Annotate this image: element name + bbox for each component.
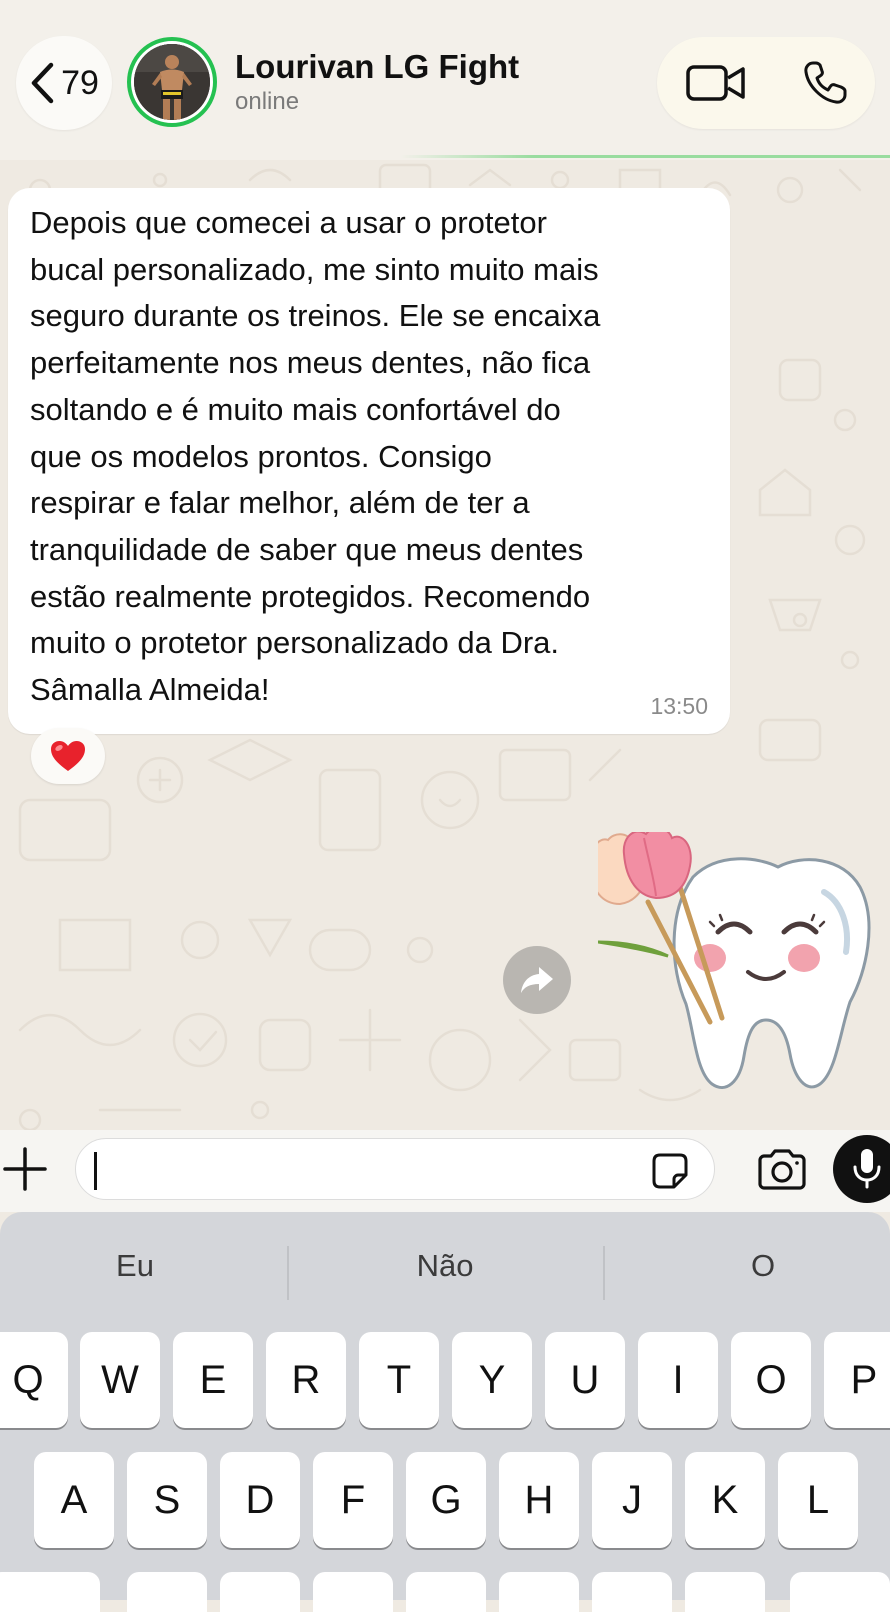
key-stub[interactable] [313, 1572, 393, 1612]
key-i[interactable]: I [638, 1332, 718, 1428]
suggestion-1[interactable]: Eu [0, 1226, 270, 1306]
message-text: Depois que comecei a usar o protetor buc… [30, 205, 601, 708]
microphone-icon [853, 1149, 881, 1189]
message-bubble[interactable]: Depois que comecei a usar o protetor buc… [8, 188, 730, 734]
key-g[interactable]: G [406, 1452, 486, 1548]
forward-icon [521, 967, 553, 993]
back-button[interactable]: 79 [16, 36, 112, 130]
key-l[interactable]: L [778, 1452, 858, 1548]
key-w[interactable]: W [80, 1332, 160, 1428]
key-a[interactable]: A [34, 1452, 114, 1548]
plus-icon[interactable] [2, 1146, 48, 1192]
composer-bar [0, 1130, 890, 1212]
message-time: 13:50 [650, 693, 708, 719]
suggestion-bar: Eu Não O [0, 1226, 890, 1306]
keyboard: Eu Não O Q W E R T Y U I O P A S D F G H… [0, 1212, 890, 1612]
key-p[interactable]: P [824, 1332, 890, 1428]
header-divider [0, 155, 890, 158]
microphone-button[interactable] [833, 1135, 890, 1203]
key-u[interactable]: U [545, 1332, 625, 1428]
key-d[interactable]: D [220, 1452, 300, 1548]
suggestion-3[interactable]: O [628, 1226, 890, 1306]
avatar [134, 44, 210, 120]
key-r[interactable]: R [266, 1332, 346, 1428]
heart-reaction[interactable] [31, 728, 105, 784]
delete-key[interactable] [790, 1572, 890, 1612]
key-j[interactable]: J [592, 1452, 672, 1548]
key-stub[interactable] [592, 1572, 672, 1612]
chat-area[interactable]: Depois que comecei a usar o protetor buc… [0, 160, 890, 1130]
call-actions [657, 37, 875, 129]
text-caret [94, 1152, 97, 1190]
video-camera-icon[interactable] [685, 63, 747, 103]
message-input[interactable] [75, 1138, 715, 1200]
key-y[interactable]: Y [452, 1332, 532, 1428]
sticker-icon[interactable] [650, 1151, 690, 1191]
suggestion-divider [287, 1246, 289, 1300]
key-k[interactable]: K [685, 1452, 765, 1548]
key-s[interactable]: S [127, 1452, 207, 1548]
camera-icon[interactable] [756, 1148, 808, 1192]
contact-status: online [235, 88, 300, 115]
contact-avatar[interactable] [127, 37, 217, 127]
key-stub[interactable] [406, 1572, 486, 1612]
key-stub[interactable] [220, 1572, 300, 1612]
key-stub[interactable] [127, 1572, 207, 1612]
chevron-left-icon [31, 62, 54, 104]
key-stub[interactable] [499, 1572, 579, 1612]
key-e[interactable]: E [173, 1332, 253, 1428]
contact-name[interactable]: Lourivan LG Fight [235, 48, 519, 86]
unread-count: 79 [61, 63, 99, 102]
suggestion-divider [603, 1246, 605, 1300]
heart-icon [51, 741, 85, 771]
chat-header: 79 Lourivan LG Fight online [0, 0, 890, 160]
suggestion-2[interactable]: Não [310, 1226, 580, 1306]
key-t[interactable]: T [359, 1332, 439, 1428]
key-f[interactable]: F [313, 1452, 393, 1548]
phone-icon[interactable] [801, 59, 849, 107]
key-q[interactable]: Q [0, 1332, 68, 1428]
key-stub[interactable] [685, 1572, 765, 1612]
key-o[interactable]: O [731, 1332, 811, 1428]
key-h[interactable]: H [499, 1452, 579, 1548]
tooth-with-tulips-sticker[interactable] [598, 832, 878, 1112]
forward-button[interactable] [503, 946, 571, 1014]
fighter-photo [134, 44, 210, 120]
shift-key[interactable] [0, 1572, 100, 1612]
